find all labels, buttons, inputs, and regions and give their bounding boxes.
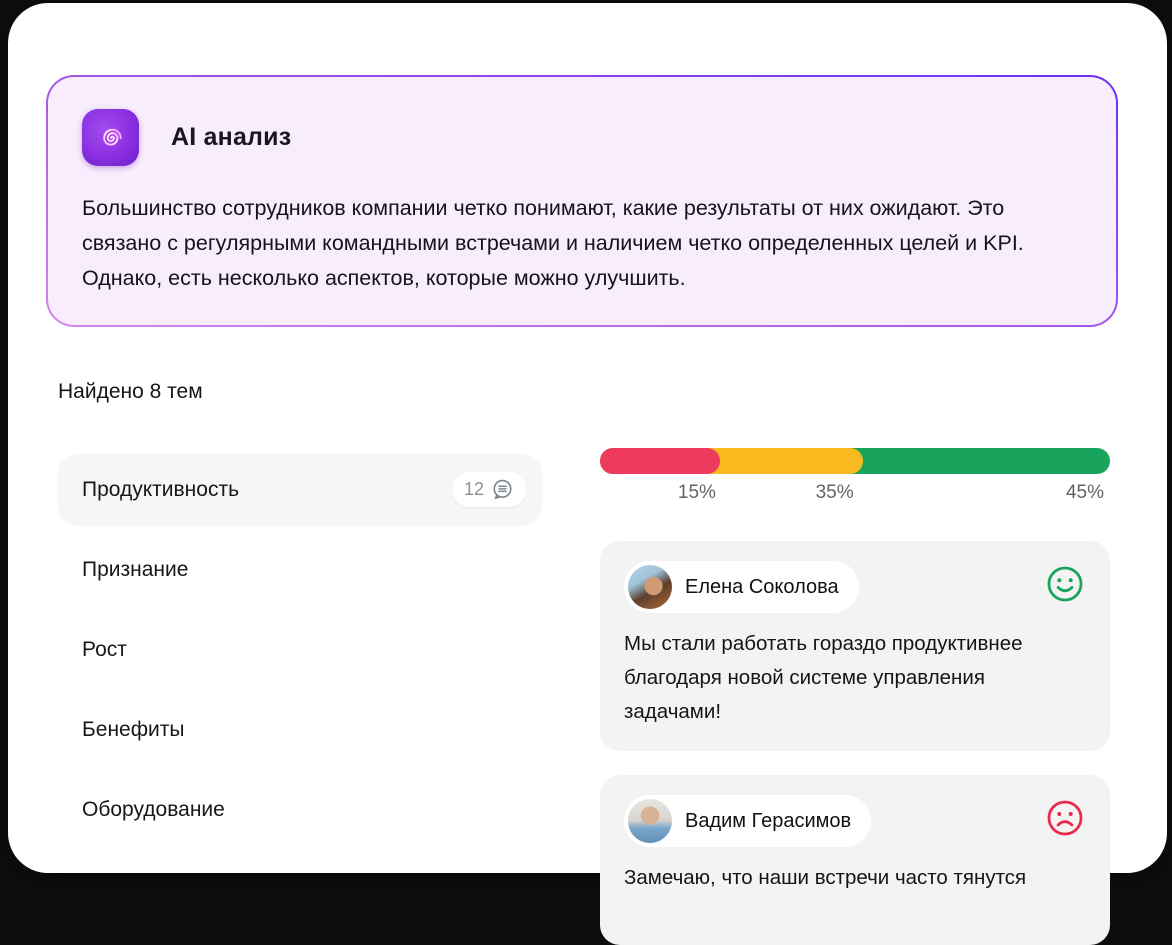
- comment-count: 12: [464, 479, 484, 500]
- theme-label: Оборудование: [82, 798, 225, 822]
- themes-count-header: Найдено 8 тем: [58, 380, 203, 404]
- theme-detail-column: 15% 35% 45% Елена Соколова Мы стали рабо…: [600, 448, 1110, 945]
- ai-panel-title: AI анализ: [171, 123, 291, 152]
- theme-label: Продуктивность: [82, 478, 239, 502]
- comment-card: Вадим Герасимов Замечаю, что наши встреч…: [600, 775, 1110, 945]
- theme-label: Признание: [82, 558, 188, 582]
- ai-analysis-box: AI анализ Большинство сотрудников компан…: [48, 77, 1116, 325]
- ai-spiral-icon: [82, 109, 139, 166]
- sentiment-segment-negative: [600, 448, 720, 474]
- theme-item-growth[interactable]: Рост: [58, 614, 542, 685]
- avatar: [628, 565, 672, 609]
- comment-count-badge: 12: [452, 472, 526, 507]
- theme-list: Продуктивность 12 Признание Рост Бенефит…: [58, 454, 542, 845]
- avatar: [628, 799, 672, 843]
- theme-item-productivity[interactable]: Продуктивность 12: [58, 454, 542, 525]
- theme-label: Бенефиты: [82, 718, 184, 742]
- chat-bubble-icon: [491, 478, 514, 501]
- sad-face-icon: [1046, 799, 1084, 837]
- comment-text: Мы стали работать гораздо продуктивнее б…: [624, 627, 1086, 729]
- ai-summary-text: Большинство сотрудников компании четко п…: [82, 191, 1082, 296]
- neutral-percent-label: 35%: [816, 482, 854, 504]
- sentiment-distribution-bar: [600, 448, 1110, 474]
- positive-percent-label: 45%: [1066, 482, 1104, 504]
- happy-face-icon: [1046, 565, 1084, 603]
- theme-item-benefits[interactable]: Бенефиты: [58, 694, 542, 765]
- author-name: Вадим Герасимов: [685, 810, 851, 833]
- sentiment-bar-labels: 15% 35% 45%: [600, 482, 1110, 510]
- author-pill: Вадим Герасимов: [624, 795, 871, 847]
- theme-item-recognition[interactable]: Признание: [58, 534, 542, 605]
- theme-item-equipment[interactable]: Оборудование: [58, 774, 542, 845]
- comment-text: Замечаю, что наши встречи часто тянутся: [624, 861, 1086, 895]
- negative-percent-label: 15%: [678, 482, 716, 504]
- ai-analysis-panel: AI анализ Большинство сотрудников компан…: [46, 75, 1118, 327]
- theme-label: Рост: [82, 638, 127, 662]
- comment-card: Елена Соколова Мы стали работать гораздо…: [600, 541, 1110, 751]
- author-pill: Елена Соколова: [624, 561, 859, 613]
- app-window: AI анализ Большинство сотрудников компан…: [8, 3, 1167, 873]
- author-name: Елена Соколова: [685, 576, 839, 599]
